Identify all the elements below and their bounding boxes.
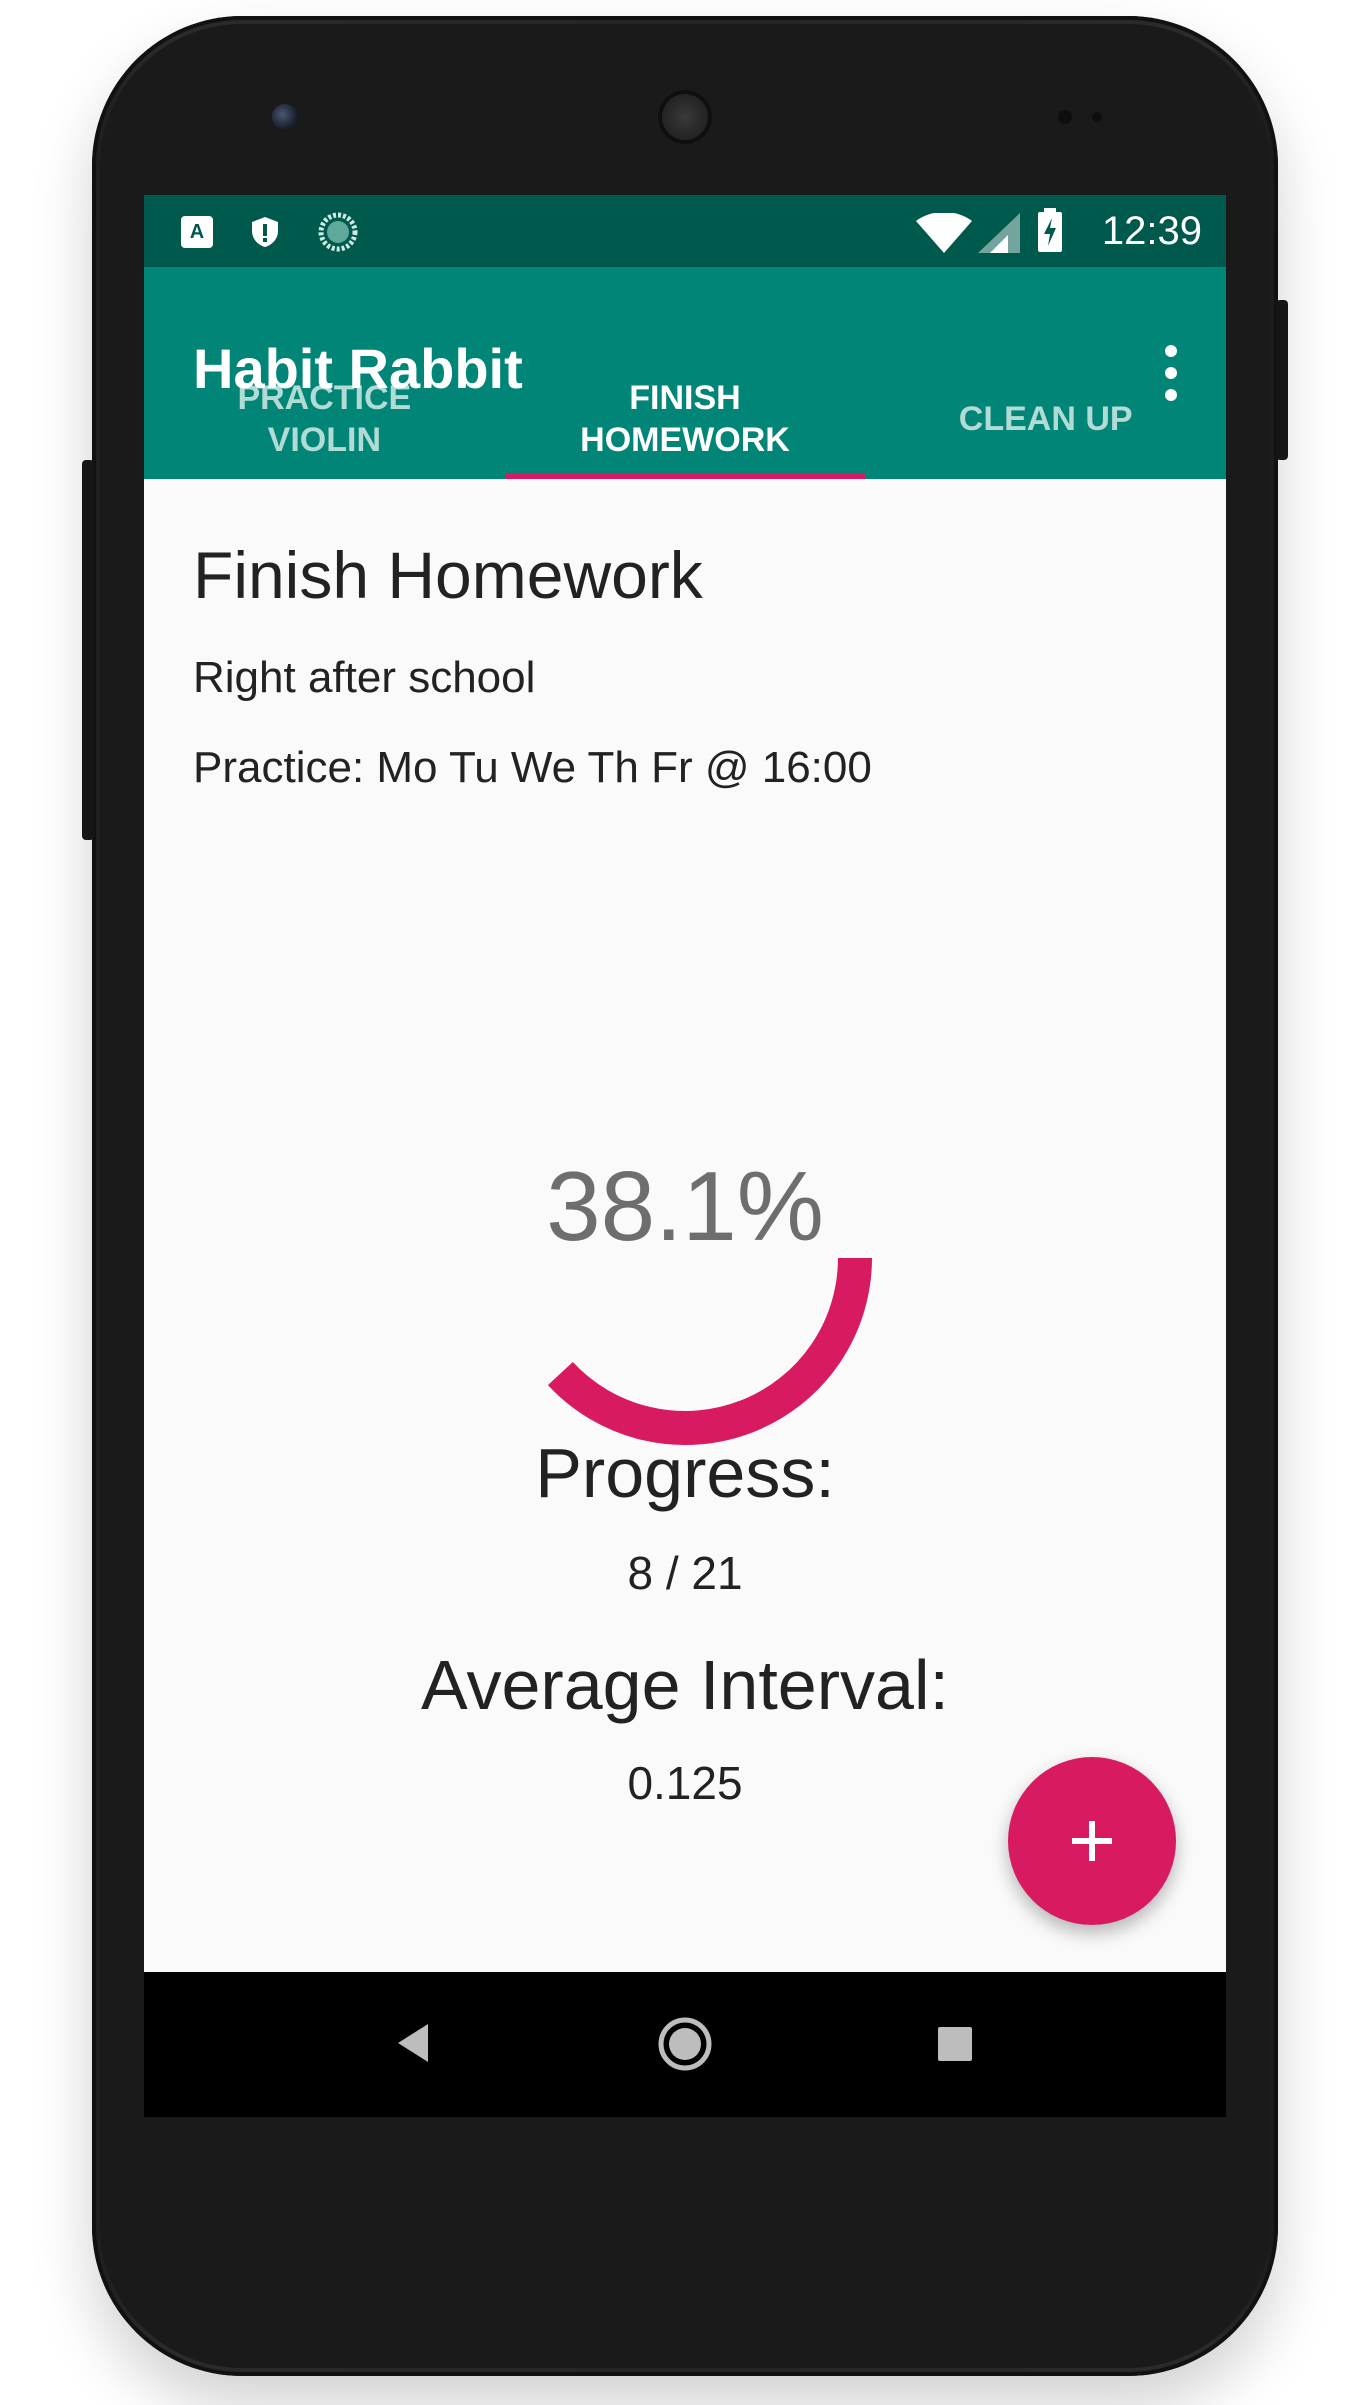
average-interval-label: Average Interval:	[421, 1646, 949, 1724]
recents-icon[interactable]	[936, 2025, 974, 2063]
progress-value: 8 / 21	[627, 1547, 743, 1599]
habit-schedule: Practice: Mo Tu We Th Fr @ 16:00	[193, 743, 872, 792]
app-bar: Habit Rabbit PRACTICE VIOLIN FINISH HOME…	[144, 267, 1226, 479]
front-camera	[272, 104, 298, 130]
wifi-icon	[916, 213, 972, 253]
add-button[interactable]	[1008, 1757, 1176, 1925]
proximity-sensor	[1058, 110, 1072, 124]
progress-percent: 38.1%	[546, 1151, 824, 1261]
sync-icon	[318, 212, 358, 252]
habit-title: Finish Homework	[193, 538, 703, 612]
signal-icon	[978, 213, 1020, 253]
tab-clean-up[interactable]: CLEAN UP	[865, 359, 1226, 479]
tab-finish-homework[interactable]: FINISH HOMEWORK	[504, 359, 866, 479]
svg-text:A: A	[190, 221, 204, 243]
habit-description: Right after school	[193, 653, 536, 702]
a-app-icon: A	[181, 216, 213, 248]
stage: A 12:39 Habit Rabbit PRACTICE VIOLIN FIN…	[0, 0, 1370, 2405]
volume-button	[82, 460, 94, 840]
earpiece-speaker	[658, 90, 712, 144]
status-bar: A 12:39	[144, 195, 1226, 267]
battery-charging-icon	[1038, 208, 1062, 252]
progress-arc	[547, 1257, 872, 1445]
plus-icon	[1072, 1821, 1112, 1861]
habit-tabs: PRACTICE VIOLIN FINISH HOMEWORK CLEAN UP	[144, 359, 1226, 479]
back-icon[interactable]	[394, 2022, 432, 2064]
home-icon[interactable]	[657, 2016, 713, 2072]
screen: A 12:39 Habit Rabbit PRACTICE VIOLIN FIN…	[144, 195, 1226, 2117]
shield-icon	[252, 217, 278, 247]
navigation-bar	[144, 1972, 1226, 2117]
power-button	[1276, 300, 1288, 460]
tab-practice-violin[interactable]: PRACTICE VIOLIN	[144, 359, 505, 479]
habit-detail: Finish Homework Right after school Pract…	[144, 479, 1226, 1847]
status-clock: 12:39	[1101, 209, 1202, 253]
progress-label: Progress:	[535, 1434, 835, 1512]
light-sensor	[1092, 112, 1102, 122]
menu-dot	[1165, 345, 1177, 357]
